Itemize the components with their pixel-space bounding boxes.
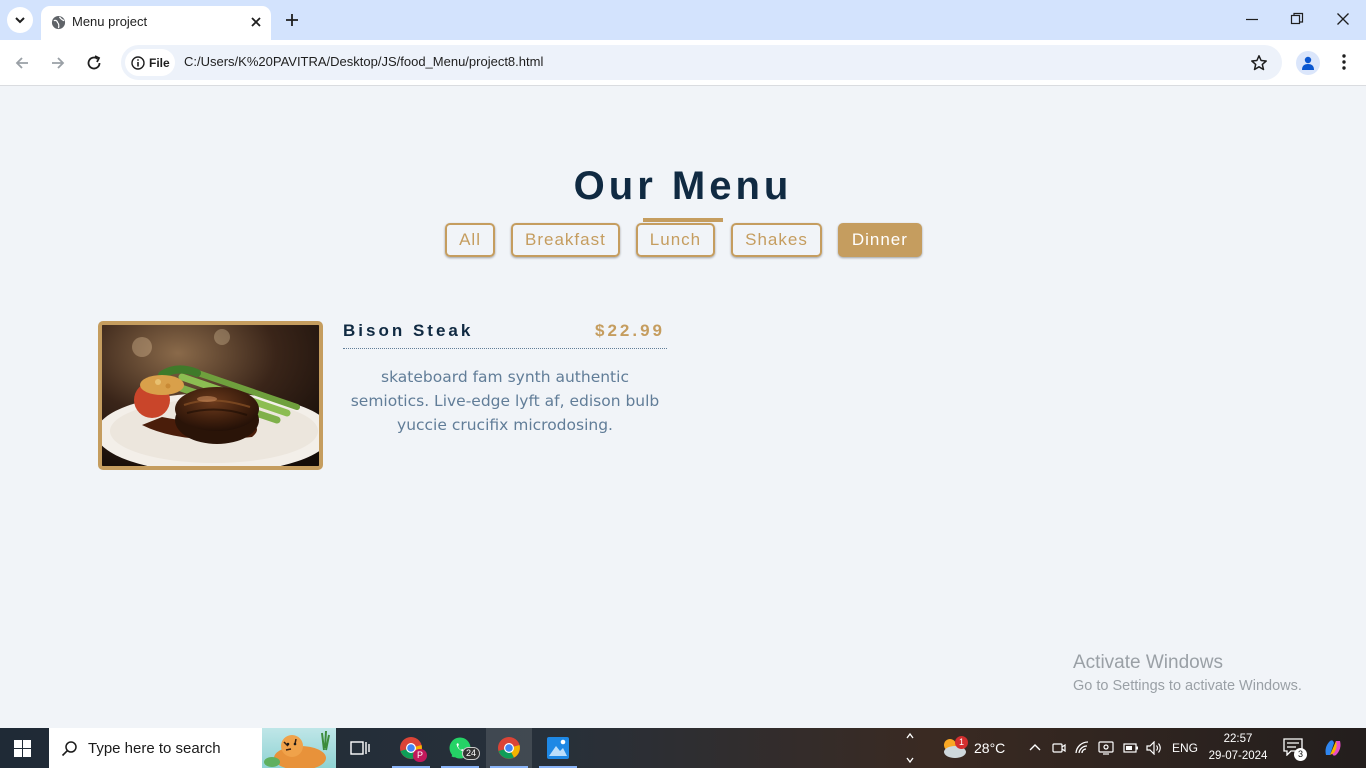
chrome-icon: [498, 737, 520, 759]
task-view-icon: [350, 741, 370, 755]
page-title: Our Menu: [573, 164, 793, 208]
weather-widget[interactable]: 1 28°C: [940, 728, 1005, 768]
notification-center-button[interactable]: 3: [1283, 738, 1308, 761]
language-indicator[interactable]: ENG: [1172, 728, 1198, 768]
tray-scroll-arrows-icon[interactable]: [905, 731, 915, 765]
plus-icon[interactable]: [283, 11, 301, 29]
item-description: skateboard fam synth authentic semiotics…: [350, 368, 660, 434]
title-underline: [643, 218, 723, 222]
watermark-subtitle: Go to Settings to activate Windows.: [1073, 678, 1302, 694]
item-photo: [98, 321, 323, 470]
reload-icon[interactable]: [85, 54, 103, 72]
copilot-icon[interactable]: [1322, 737, 1344, 759]
watermark-title: Activate Windows: [1073, 652, 1223, 673]
filter-lunch-button[interactable]: Lunch: [635, 223, 716, 257]
item-header: Bison Steak $22.99: [343, 321, 667, 349]
weather-alert-badge: 1: [955, 736, 969, 749]
site-chip-label: File: [149, 55, 170, 70]
search-icon: [61, 741, 77, 757]
back-arrow-icon[interactable]: [13, 54, 31, 72]
taskbar-chrome-app[interactable]: [486, 728, 532, 768]
browser-tab-strip: Menu project: [0, 0, 1366, 40]
display-settings-icon[interactable]: [1098, 741, 1114, 755]
taskbar-chrome-profile-app[interactable]: P: [388, 728, 434, 768]
minimize-icon[interactable]: [1245, 12, 1259, 26]
browser-tab[interactable]: Menu project: [41, 6, 271, 40]
speaker-icon[interactable]: [1146, 741, 1162, 755]
profile-badge: P: [413, 749, 428, 762]
windows-taskbar: Type here to search P 24 1 28°C ENG 22:5…: [0, 728, 1366, 768]
clock[interactable]: 22:57 29-07-2024: [1206, 731, 1270, 765]
item-price: $22.99: [595, 321, 665, 340]
page-viewport: Our Menu All Breakfast Lunch Shakes Dinn…: [0, 87, 1366, 728]
forward-arrow-icon[interactable]: [49, 54, 67, 72]
address-bar[interactable]: File C:/Users/K%20PAVITRA/Desktop/JS/foo…: [121, 45, 1282, 80]
item-name: Bison Steak: [343, 321, 474, 340]
steak-plate-illustration: [102, 325, 319, 466]
filter-shakes-button[interactable]: Shakes: [731, 223, 822, 257]
chevron-down-icon: [15, 17, 25, 24]
battery-icon[interactable]: [1123, 742, 1139, 754]
filter-dinner-button[interactable]: Dinner: [837, 223, 922, 257]
browser-toolbar: File C:/Users/K%20PAVITRA/Desktop/JS/foo…: [0, 40, 1366, 86]
chevron-up-icon[interactable]: [1029, 742, 1041, 754]
item-info: Bison Steak $22.99 skateboard fam synth …: [343, 321, 667, 437]
clock-date: 29-07-2024: [1208, 750, 1268, 762]
site-info-chip[interactable]: File: [125, 49, 175, 76]
activate-windows-watermark: Activate Windows Go to Settings to activ…: [1073, 652, 1302, 694]
filter-button-group: All Breakfast Lunch Shakes Dinner: [0, 223, 1366, 257]
filter-all-button[interactable]: All: [445, 223, 495, 257]
camera-icon[interactable]: [1052, 741, 1066, 755]
more-vertical-icon[interactable]: [1336, 53, 1352, 71]
tab-title: Menu project: [72, 14, 148, 29]
person-icon: [1302, 56, 1314, 70]
url-text[interactable]: C:/Users/K%20PAVITRA/Desktop/JS/food_Men…: [184, 54, 543, 69]
window-close-icon[interactable]: [1336, 12, 1350, 26]
restore-icon[interactable]: [1290, 12, 1304, 26]
tiger-icon: [264, 730, 330, 768]
globe-icon: [51, 15, 66, 30]
filter-breakfast-button[interactable]: Breakfast: [510, 223, 620, 257]
windows-start-icon[interactable]: [14, 740, 31, 757]
taskbar-photos-app[interactable]: [535, 728, 581, 768]
whatsapp-badge: 24: [462, 747, 481, 760]
temperature: 28°C: [974, 740, 1006, 756]
profile-avatar[interactable]: [1296, 51, 1320, 75]
search-placeholder: Type here to search: [88, 740, 221, 757]
taskbar-search-box[interactable]: Type here to search: [49, 728, 336, 768]
photos-icon: [547, 737, 569, 759]
search-highlight-art: [262, 728, 336, 768]
clock-time: 22:57: [1223, 733, 1253, 745]
tab-search-button[interactable]: [7, 7, 33, 33]
task-view-button[interactable]: [337, 728, 383, 768]
bookmark-star-icon[interactable]: [1250, 54, 1268, 72]
wifi-icon[interactable]: [1075, 741, 1091, 755]
notification-count-badge: 3: [1294, 748, 1308, 761]
info-icon: [131, 55, 145, 70]
taskbar-whatsapp-app[interactable]: 24: [437, 728, 483, 768]
close-icon[interactable]: [248, 14, 264, 30]
